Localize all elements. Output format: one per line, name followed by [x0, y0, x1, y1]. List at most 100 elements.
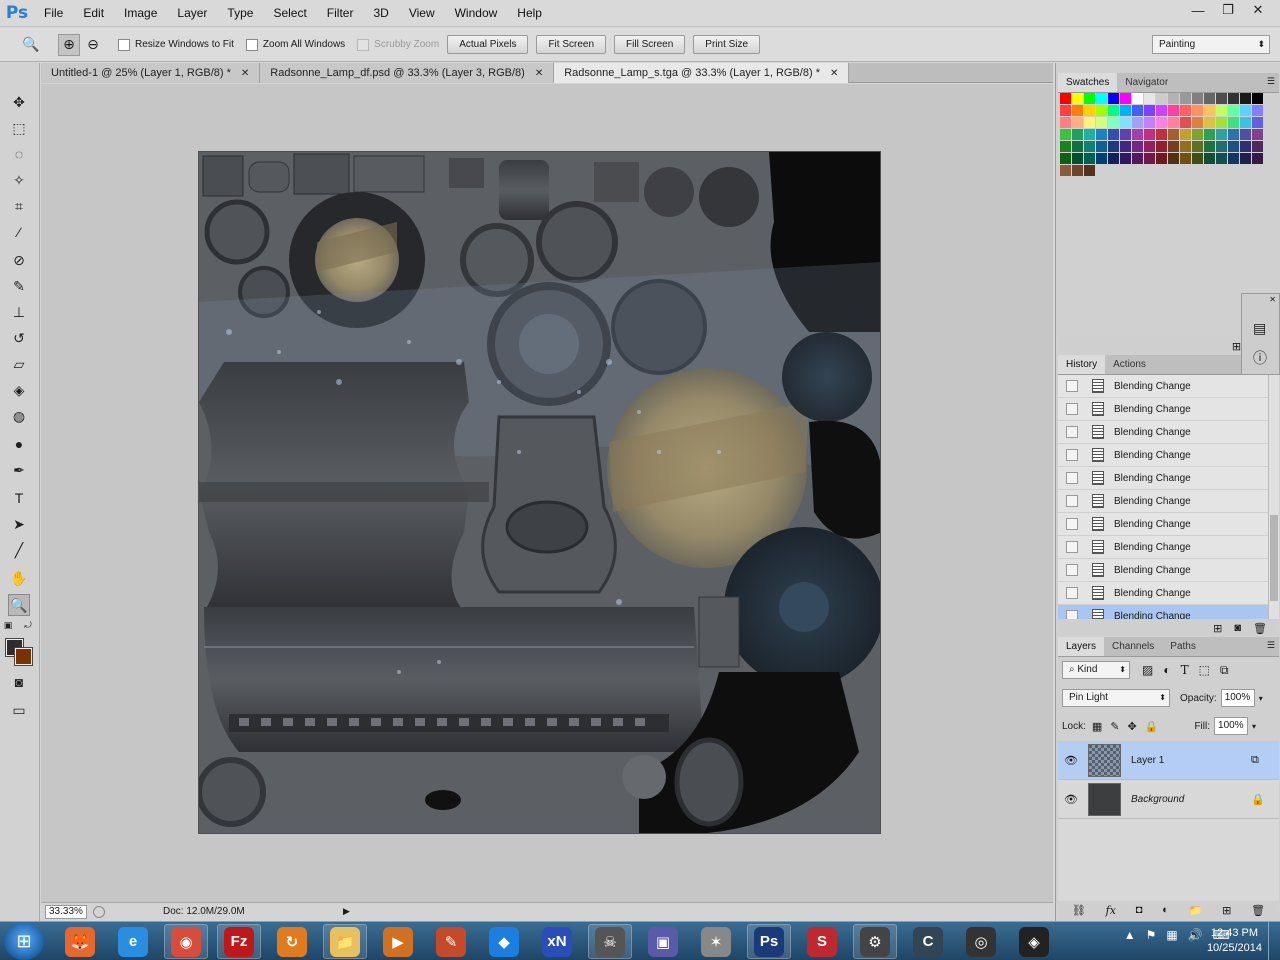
color-swatch[interactable] [1156, 129, 1167, 140]
print-size-button[interactable]: Print Size [693, 35, 761, 54]
taskbar-firefox-icon[interactable]: 🦊 [58, 924, 102, 959]
color-swatch[interactable] [1240, 93, 1251, 104]
close-icon[interactable]: ✕ [535, 68, 543, 79]
color-swatch[interactable] [1192, 117, 1203, 128]
filter-kind-select[interactable]: ⌕ Kind [1062, 661, 1130, 679]
color-swatch[interactable] [1060, 117, 1071, 128]
type-tool-icon[interactable]: T [8, 487, 30, 509]
new-swatch-icon[interactable]: ⊞ [1232, 340, 1241, 353]
magic-wand-tool-icon[interactable]: ✧ [8, 169, 30, 191]
color-swatch[interactable] [1216, 93, 1227, 104]
link-layers-icon[interactable]: ⛓ [1072, 904, 1086, 917]
delete-state-icon[interactable]: 🗑 [1253, 622, 1267, 635]
lasso-tool-icon[interactable]: ◌ [8, 143, 30, 165]
filter-shape-icon[interactable]: ⬚ [1199, 663, 1210, 677]
color-swatch[interactable] [1192, 129, 1203, 140]
color-swatch[interactable] [1180, 117, 1191, 128]
color-swatch[interactable] [1168, 93, 1179, 104]
color-swatch[interactable] [1084, 165, 1095, 176]
color-swatch[interactable] [1180, 141, 1191, 152]
history-state-row[interactable]: Blending Change [1058, 421, 1268, 444]
color-swatch[interactable] [1156, 153, 1167, 164]
tab-channels[interactable]: Channels [1104, 637, 1162, 656]
clock[interactable]: 12:43 PM 10/25/2014 [1207, 926, 1262, 956]
taskbar-app-c-icon[interactable]: C [906, 924, 950, 959]
healing-brush-tool-icon[interactable]: ⊘ [8, 249, 30, 271]
color-swatch[interactable] [1084, 141, 1095, 152]
color-swatch[interactable] [1108, 117, 1119, 128]
taskbar-app-folder-icon[interactable]: ▣ [641, 924, 685, 959]
show-desktop-button[interactable] [1268, 922, 1280, 960]
color-swatch[interactable] [1096, 93, 1107, 104]
tab-swatches[interactable]: Swatches [1058, 73, 1118, 92]
color-swatch[interactable] [1060, 93, 1071, 104]
visibility-eye-icon[interactable]: 👁 [1058, 754, 1084, 767]
color-swatch[interactable] [1132, 105, 1143, 116]
color-swatch[interactable] [1120, 93, 1131, 104]
zoom-out-icon[interactable]: ⊖ [82, 34, 104, 56]
eraser-tool-icon[interactable]: ▱ [8, 353, 30, 375]
color-swatch[interactable] [1240, 129, 1251, 140]
color-swatch[interactable] [1204, 129, 1215, 140]
start-button[interactable]: ⊞ [4, 923, 44, 960]
minimize-button[interactable]: — [1184, 0, 1212, 20]
background-color-swatch[interactable] [14, 647, 33, 666]
fill-screen-button[interactable]: Fill Screen [614, 35, 686, 54]
color-swatch[interactable] [1060, 153, 1071, 164]
color-swatch[interactable] [1084, 153, 1095, 164]
status-info-icon[interactable] [93, 905, 105, 918]
history-brush-source-checkbox[interactable] [1066, 426, 1078, 438]
swap-colors-icon[interactable]: ⤾ [22, 619, 34, 631]
zoom-in-icon[interactable]: ⊕ [58, 33, 80, 56]
dodge-tool-icon[interactable]: ● [8, 433, 30, 455]
path-selection-tool-icon[interactable]: ➤ [8, 513, 30, 535]
document-canvas[interactable] [198, 151, 881, 834]
checkbox-box[interactable] [118, 38, 130, 51]
menu-file[interactable]: File [34, 0, 73, 27]
color-swatch[interactable] [1072, 93, 1083, 104]
fill-field[interactable]: 100% [1214, 717, 1249, 735]
opacity-field[interactable]: 100% [1220, 689, 1255, 707]
color-swatch[interactable] [1156, 117, 1167, 128]
history-brush-source-checkbox[interactable] [1066, 472, 1078, 484]
color-swatch[interactable] [1204, 141, 1215, 152]
panel-menu-icon[interactable]: ☰ [1267, 76, 1275, 87]
scrollbar-thumb[interactable] [1270, 515, 1278, 601]
lock-transparent-icon[interactable]: ▦ [1092, 720, 1102, 733]
color-swatch[interactable] [1240, 117, 1251, 128]
taskbar-photoshop-icon[interactable]: Ps [747, 924, 791, 959]
color-swatch[interactable] [1168, 129, 1179, 140]
history-brush-source-checkbox[interactable] [1066, 449, 1078, 461]
color-swatch[interactable] [1132, 117, 1143, 128]
lock-image-icon[interactable]: ✎ [1110, 720, 1119, 733]
menu-window[interactable]: Window [445, 0, 508, 27]
color-swatch[interactable] [1228, 129, 1239, 140]
menu-image[interactable]: Image [114, 0, 167, 27]
taskbar-internet-explorer-icon[interactable]: e [111, 924, 155, 959]
color-swatch[interactable] [1096, 129, 1107, 140]
color-swatch[interactable] [1144, 153, 1155, 164]
close-button[interactable]: ✕ [1244, 0, 1272, 20]
color-swatch[interactable] [1144, 105, 1155, 116]
menu-type[interactable]: Type [217, 0, 263, 27]
color-swatch[interactable] [1084, 129, 1095, 140]
color-swatch[interactable] [1240, 141, 1251, 152]
color-swatch[interactable] [1180, 105, 1191, 116]
layer-name[interactable]: Layer 1 [1131, 755, 1241, 766]
color-swatch[interactable] [1252, 141, 1263, 152]
taskbar-app-paint-icon[interactable]: ✎ [429, 924, 473, 959]
color-swatch[interactable] [1216, 105, 1227, 116]
taskbar-app-gear-icon[interactable]: ⚙ [853, 924, 897, 959]
color-swatch[interactable] [1132, 153, 1143, 164]
filter-type-icon[interactable]: T [1181, 663, 1189, 677]
brush-tool-icon[interactable]: ✎ [8, 275, 30, 297]
info-icon[interactable]: ⓘ [1253, 348, 1267, 368]
color-swatch[interactable] [1192, 105, 1203, 116]
tab-layers[interactable]: Layers [1058, 637, 1105, 656]
zoom-all-windows-checkbox[interactable]: Zoom All Windows [245, 38, 345, 51]
actual-pixels-button[interactable]: Actual Pixels [447, 35, 529, 54]
history-state-row[interactable]: Blending Change [1058, 605, 1268, 619]
tab-actions[interactable]: Actions [1105, 355, 1154, 374]
color-swatch[interactable] [1192, 141, 1203, 152]
color-swatch[interactable] [1168, 105, 1179, 116]
